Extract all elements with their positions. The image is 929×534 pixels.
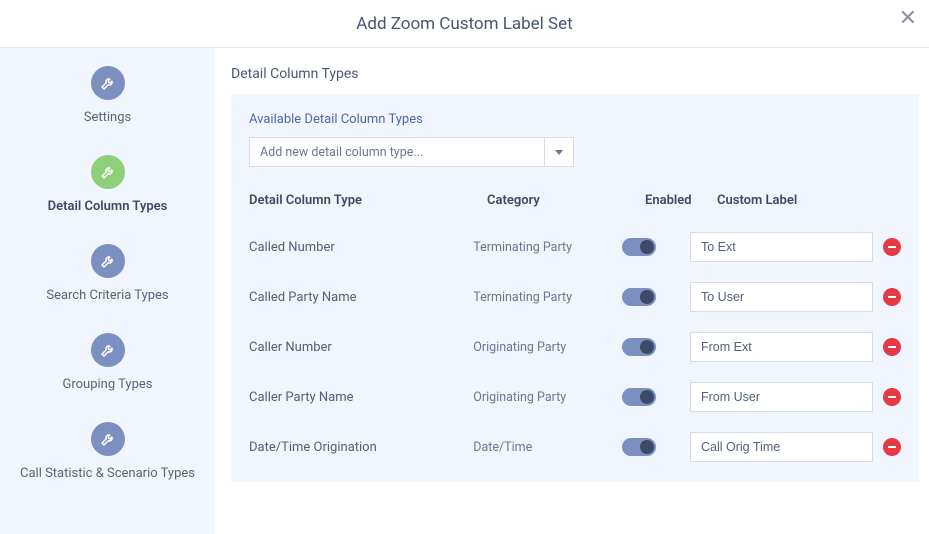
- custom-label-input[interactable]: [690, 332, 873, 362]
- header-enabled: Enabled: [645, 193, 717, 208]
- modal-body: Settings Detail Column Types Search Crit…: [0, 48, 929, 534]
- panel: Available Detail Column Types Add new de…: [231, 94, 919, 482]
- step-label: Call Statistic & Scenario Types: [20, 466, 195, 483]
- enabled-toggle[interactable]: [622, 338, 656, 356]
- content-area: Detail Column Types Available Detail Col…: [215, 48, 929, 534]
- close-icon[interactable]: ✕: [899, 8, 917, 30]
- row-type: Caller Party Name: [249, 390, 473, 405]
- wizard-sidebar: Settings Detail Column Types Search Crit…: [0, 48, 215, 534]
- available-label: Available Detail Column Types: [249, 112, 901, 127]
- step-label: Search Criteria Types: [46, 288, 168, 305]
- enabled-toggle[interactable]: [622, 438, 656, 456]
- row-type: Date/Time Origination: [249, 440, 473, 455]
- table-row: Caller Number Originating Party: [249, 322, 901, 372]
- wrench-icon: [91, 422, 125, 456]
- add-column-type-select[interactable]: Add new detail column type...: [249, 137, 574, 167]
- row-category: Terminating Party: [473, 240, 622, 255]
- wrench-icon: [91, 66, 125, 100]
- remove-icon[interactable]: [883, 388, 901, 406]
- row-type: Called Number: [249, 240, 473, 255]
- wrench-icon: [91, 155, 125, 189]
- row-category: Originating Party: [473, 390, 622, 405]
- remove-icon[interactable]: [883, 438, 901, 456]
- enabled-toggle[interactable]: [622, 388, 656, 406]
- modal-title: Add Zoom Custom Label Set: [356, 14, 572, 34]
- remove-icon[interactable]: [883, 288, 901, 306]
- table-row: Called Number Terminating Party: [249, 222, 901, 272]
- chevron-down-icon[interactable]: [544, 137, 574, 167]
- remove-icon[interactable]: [883, 238, 901, 256]
- step-settings[interactable]: Settings: [0, 66, 215, 127]
- step-label: Settings: [84, 110, 131, 127]
- column-headers: Detail Column Type Category Enabled Cust…: [249, 187, 901, 222]
- step-grouping-types[interactable]: Grouping Types: [0, 333, 215, 394]
- row-category: Terminating Party: [473, 290, 622, 305]
- custom-label-input[interactable]: [690, 232, 873, 262]
- modal-header: Add Zoom Custom Label Set ✕: [0, 0, 929, 48]
- select-placeholder: Add new detail column type...: [249, 137, 544, 167]
- wrench-icon: [91, 244, 125, 278]
- custom-label-input[interactable]: [690, 282, 873, 312]
- header-category: Category: [487, 193, 645, 208]
- wrench-icon: [91, 333, 125, 367]
- enabled-toggle[interactable]: [622, 288, 656, 306]
- section-title: Detail Column Types: [231, 66, 929, 82]
- custom-label-input[interactable]: [690, 382, 873, 412]
- row-type: Caller Number: [249, 340, 473, 355]
- enabled-toggle[interactable]: [622, 238, 656, 256]
- table-row: Called Party Name Terminating Party: [249, 272, 901, 322]
- modal: Add Zoom Custom Label Set ✕ Settings Det…: [0, 0, 929, 534]
- row-category: Date/Time: [473, 440, 622, 455]
- header-type: Detail Column Type: [249, 193, 487, 208]
- row-category: Originating Party: [473, 340, 622, 355]
- step-call-statistic-scenario-types[interactable]: Call Statistic & Scenario Types: [0, 422, 215, 483]
- custom-label-input[interactable]: [690, 432, 873, 462]
- step-label: Detail Column Types: [48, 199, 168, 216]
- table-row: Caller Party Name Originating Party: [249, 372, 901, 422]
- row-type: Called Party Name: [249, 290, 473, 305]
- remove-icon[interactable]: [883, 338, 901, 356]
- step-search-criteria-types[interactable]: Search Criteria Types: [0, 244, 215, 305]
- step-detail-column-types[interactable]: Detail Column Types: [0, 155, 215, 216]
- header-custom-label: Custom Label: [717, 193, 901, 208]
- step-label: Grouping Types: [63, 377, 153, 394]
- table-row: Date/Time Origination Date/Time: [249, 422, 901, 472]
